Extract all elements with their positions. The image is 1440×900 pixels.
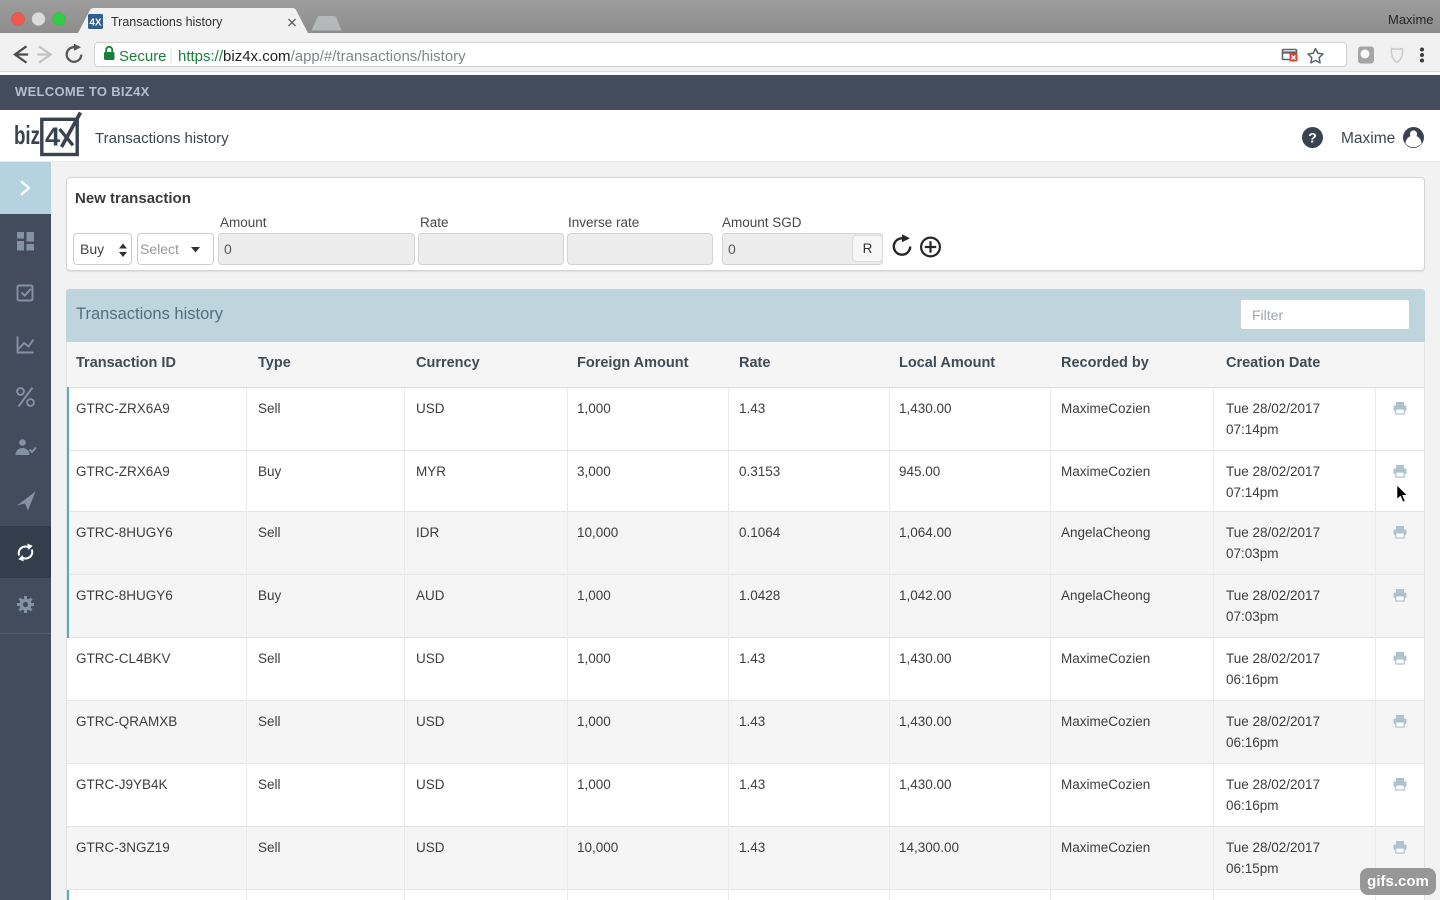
svg-text:?: ? xyxy=(1308,130,1317,146)
svg-text:4X: 4X xyxy=(89,18,102,29)
svg-text:biz: biz xyxy=(14,120,40,150)
svg-text:Maxime: Maxime xyxy=(1388,12,1434,27)
svg-text:Transactions history: Transactions history xyxy=(111,15,223,29)
svg-text:4: 4 xyxy=(45,122,61,152)
svg-text:Maxime: Maxime xyxy=(1341,130,1395,147)
